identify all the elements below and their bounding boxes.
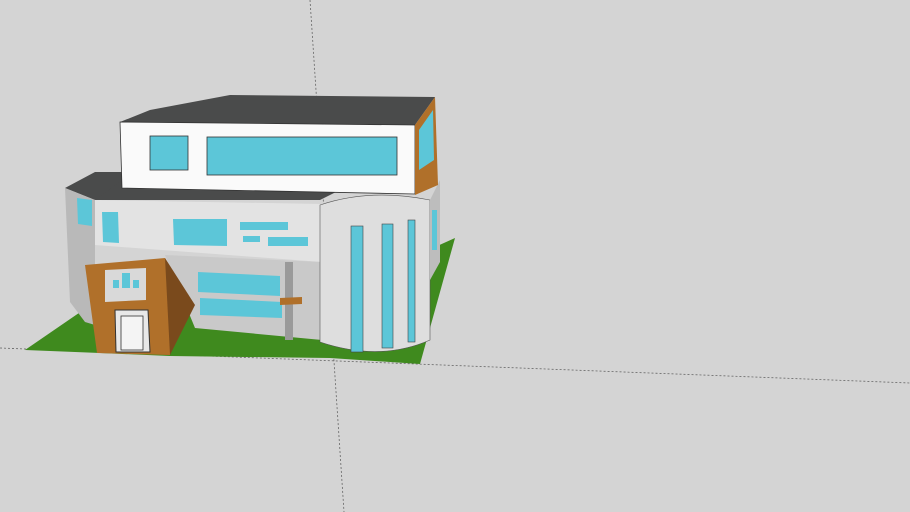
balcony-ledge	[280, 297, 302, 305]
tower-window-2	[381, 223, 394, 349]
middle-window-5	[268, 237, 308, 246]
viewport-background	[0, 0, 910, 512]
middle-window-3	[240, 222, 288, 230]
middle-window-4	[243, 236, 260, 242]
top-window-small	[149, 135, 189, 171]
top-window-large	[206, 136, 398, 176]
ground-floor-glazing-1	[198, 272, 280, 296]
entrance-window-c	[133, 280, 139, 288]
entrance-window-b	[122, 273, 130, 288]
entrance-window-a	[113, 280, 119, 288]
right-side-window	[432, 210, 437, 250]
model-viewport[interactable]	[0, 0, 910, 512]
middle-window-1	[102, 212, 119, 243]
tower-window-3	[407, 219, 416, 343]
middle-window-2	[173, 219, 227, 246]
tower-window-1	[350, 225, 364, 353]
left-wing-window	[77, 198, 92, 226]
front-door[interactable]	[120, 315, 144, 351]
